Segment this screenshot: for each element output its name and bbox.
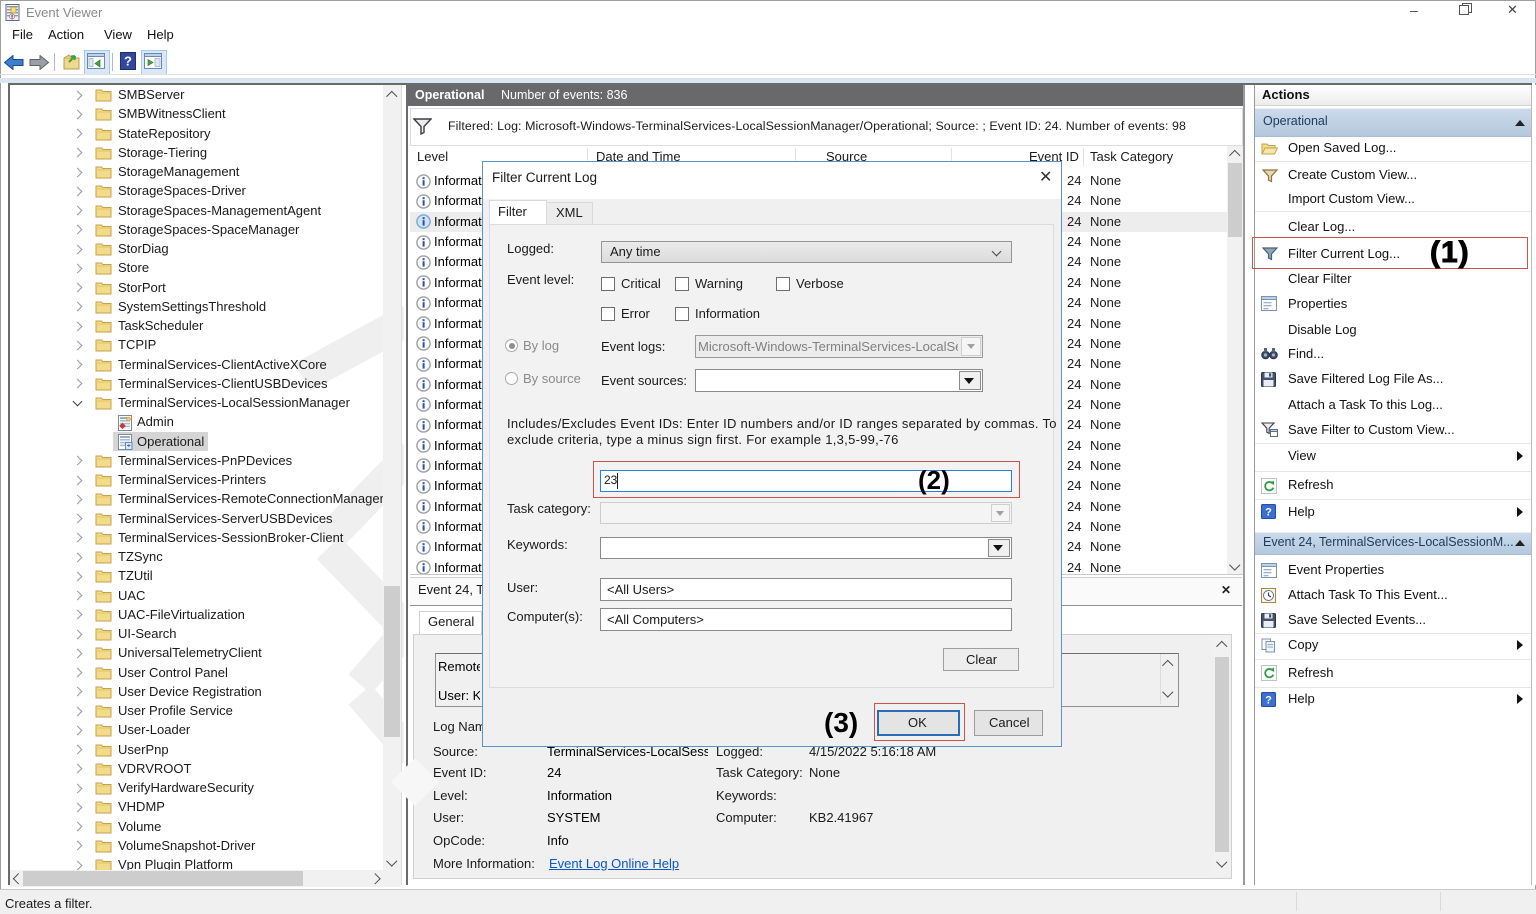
svg-text:?: ? bbox=[1265, 694, 1272, 706]
svg-text:?: ? bbox=[124, 54, 132, 69]
svg-text:?: ? bbox=[1265, 507, 1272, 519]
